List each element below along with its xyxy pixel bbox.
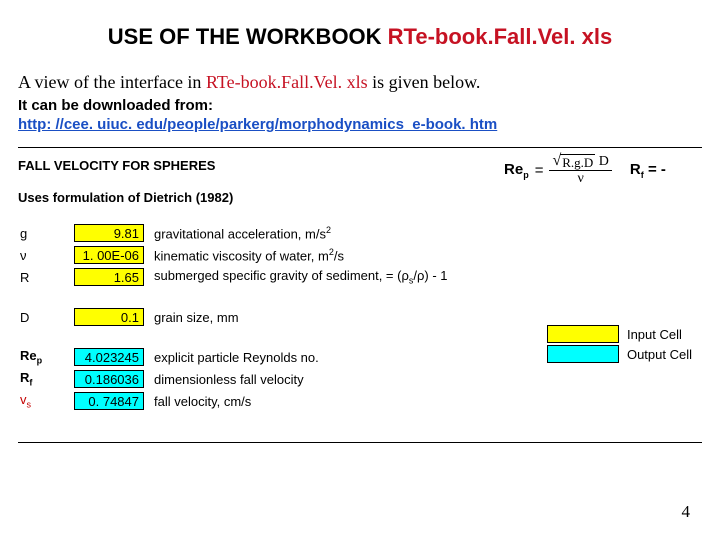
formula-eq: = [535, 162, 544, 179]
page-number: 4 [682, 502, 691, 522]
spacer [18, 288, 702, 306]
formula-numerator: √ R.g.D D [549, 154, 611, 171]
val-vs: 0. 74847 [74, 392, 144, 410]
download-label: It can be downloaded from: [18, 97, 706, 114]
sheet-header-2-text: Uses formulation of Dietrich (1982) [18, 190, 233, 205]
val-Rf: 0.186036 [74, 370, 144, 388]
row-g: g 9.81 gravitational acceleration, m/s2 [18, 222, 702, 244]
desc-D: grain size, mm [146, 310, 702, 325]
formula-rf: Rf = - [630, 161, 666, 180]
desc-g: gravitational acceleration, m/s2 [146, 225, 702, 241]
sym-vs: vs [18, 392, 74, 410]
formula-rep-label: Rep [504, 161, 529, 180]
desc-nu: kinematic viscosity of water, m2/s [146, 247, 702, 263]
intro-filename: RTe-book.Fall.Vel. xls [206, 72, 368, 92]
slide-root: USE OF THE WORKBOOK RTe-book.Fall.Vel. x… [0, 0, 720, 540]
legend-output-label: Output Cell [627, 347, 692, 362]
intro-line: A view of the interface in RTe-book.Fall… [18, 72, 706, 93]
val-nu[interactable]: 1. 00E-06 [74, 246, 144, 264]
sym-g: g [18, 226, 74, 241]
formula-rep: Rep = √ R.g.D D ν Rf = - [504, 154, 696, 186]
spacer [18, 208, 702, 222]
sqrt-icon: √ R.g.D [552, 154, 595, 169]
formula-fraction: √ R.g.D D ν [549, 154, 611, 186]
desc-Rf: dimensionless fall velocity [146, 372, 702, 387]
intro-post: is given below. [368, 72, 481, 92]
cell-legend: Input Cell Output Cell [547, 324, 692, 364]
sym-nu: ν [18, 248, 74, 263]
spreadsheet-snapshot: FALL VELOCITY FOR SPHERES Uses formulati… [18, 147, 702, 443]
sym-R: R [18, 270, 74, 285]
title-prefix: USE OF THE WORKBOOK [108, 24, 388, 49]
row-nu: ν 1. 00E-06 kinematic viscosity of water… [18, 244, 702, 266]
intro-pre: A view of the interface in [18, 72, 206, 92]
val-R[interactable]: 1.65 [74, 268, 144, 286]
val-g[interactable]: 9.81 [74, 224, 144, 242]
desc-vs: fall velocity, cm/s [146, 394, 702, 409]
desc-R: submerged specific gravity of sediment, … [146, 268, 702, 286]
row-R: R 1.65 submerged specific gravity of sed… [18, 266, 702, 288]
sym-D: D [18, 310, 74, 325]
legend-input-row: Input Cell [547, 324, 692, 344]
val-Rep: 4.023245 [74, 348, 144, 366]
sym-Rf: Rf [18, 370, 74, 388]
download-link[interactable]: http: //cee. uiuc. edu/people/parkerg/mo… [18, 116, 497, 133]
val-D[interactable]: 0.1 [74, 308, 144, 326]
title-filename: RTe-book.Fall.Vel. xls [388, 24, 613, 49]
sheet-header-2: Uses formulation of Dietrich (1982) [18, 186, 702, 208]
sym-Rep: Rep [18, 348, 74, 366]
formula-denominator: ν [578, 171, 584, 186]
row-vs: vs 0. 74847 fall velocity, cm/s [18, 390, 702, 412]
page-title: USE OF THE WORKBOOK RTe-book.Fall.Vel. x… [14, 24, 706, 50]
legend-output-row: Output Cell [547, 344, 692, 364]
sheet-header-1-text: FALL VELOCITY FOR SPHERES [18, 158, 215, 173]
row-Rf: Rf 0.186036 dimensionless fall velocity [18, 368, 702, 390]
legend-output-swatch [547, 345, 619, 363]
legend-input-label: Input Cell [627, 327, 682, 342]
legend-input-swatch [547, 325, 619, 343]
